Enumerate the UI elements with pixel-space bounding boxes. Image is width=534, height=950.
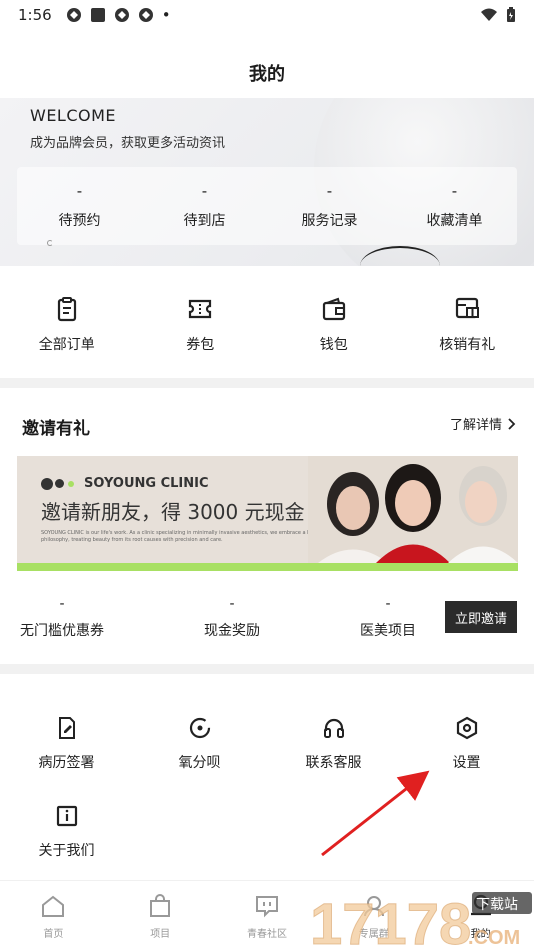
invite-title: 邀请有礼 bbox=[22, 419, 90, 439]
banner-accent-bar bbox=[17, 563, 518, 571]
quick-actions: 全部订单 券包 钱包 核销有礼 bbox=[0, 266, 534, 378]
home-icon bbox=[42, 895, 65, 917]
brand-name: SOYOUNG CLINIC bbox=[84, 476, 209, 491]
app-square-icon bbox=[90, 8, 105, 22]
community-icon bbox=[255, 896, 278, 918]
quick-action-label: 全部订单 bbox=[38, 337, 95, 353]
tab-label: 首页 bbox=[43, 929, 64, 940]
membership-hero: WELCOME 成为品牌会员，获取更多活动资讯 - 待预约 - 待到店 - 服务… bbox=[0, 98, 534, 266]
tab-community[interactable]: 青春社区 bbox=[214, 881, 321, 950]
welcome-subtitle: 成为品牌会员，获取更多活动资讯 bbox=[30, 136, 226, 151]
document-sign-icon bbox=[58, 717, 75, 739]
stat-pending-booking[interactable]: - 待预约 bbox=[17, 167, 142, 245]
app-notification-icon bbox=[138, 8, 153, 22]
brand-logo: SOYOUNG CLINIC bbox=[41, 476, 209, 491]
reward-label: 医美项目 bbox=[360, 623, 416, 639]
medical-record-sign-button[interactable]: 病历签署 bbox=[0, 716, 133, 772]
service-label: 关于我们 bbox=[38, 843, 95, 859]
app-notification-icon bbox=[114, 8, 129, 22]
more-notifications-dot: • bbox=[161, 6, 171, 24]
welcome-text: WELCOME bbox=[30, 106, 117, 125]
bottom-tab-bar: 首页 项目 青春社区 专属群 我的 bbox=[0, 880, 534, 950]
notification-icons: • bbox=[66, 6, 171, 24]
stat-label: 收藏清单 bbox=[426, 213, 483, 229]
status-time: 1:56 bbox=[18, 6, 52, 24]
reward-value: - bbox=[59, 596, 65, 612]
redeem-gift-button[interactable]: 核销有礼 bbox=[401, 266, 534, 378]
banner-models-image bbox=[308, 456, 518, 563]
settings-icon bbox=[456, 716, 477, 740]
gift-scan-icon bbox=[456, 297, 480, 319]
tab-projects[interactable]: 项目 bbox=[107, 881, 214, 950]
wallet-icon bbox=[322, 297, 345, 321]
tab-label: 我的 bbox=[470, 929, 491, 940]
clipboard-icon bbox=[57, 297, 76, 322]
invite-section: 邀请有礼 了解详情 SOYOUNG CLINIC 邀请新朋友，得 3000 元现… bbox=[0, 388, 534, 664]
app-notification-icon bbox=[66, 8, 81, 22]
quick-action-label: 券包 bbox=[186, 337, 215, 353]
reward-label: 无门槛优惠券 bbox=[20, 623, 104, 639]
banner-headline: 邀请新朋友，得 3000 元现金 bbox=[41, 500, 305, 524]
group-icon bbox=[363, 896, 384, 917]
invite-details-link[interactable]: 了解详情 bbox=[450, 414, 516, 433]
profile-icon bbox=[470, 894, 491, 916]
stat-label: 待到店 bbox=[183, 213, 226, 229]
oxygen-icon bbox=[189, 717, 210, 739]
reward-value: - bbox=[229, 596, 235, 612]
stat-value: - bbox=[201, 182, 208, 200]
reward-value: - bbox=[385, 596, 391, 612]
tab-label: 项目 bbox=[150, 929, 171, 940]
reward-coupon: - 无门槛优惠券 bbox=[0, 596, 127, 640]
battery-icon bbox=[507, 7, 515, 22]
tab-label: 青春社区 bbox=[246, 929, 287, 940]
chevron-right-icon bbox=[508, 417, 516, 430]
page-title: 我的 bbox=[249, 64, 285, 85]
ticket-icon bbox=[189, 299, 212, 319]
oxygen-pay-button[interactable]: 氧分呗 bbox=[133, 716, 266, 772]
invite-details-label: 了解详情 bbox=[449, 418, 502, 433]
stat-service-records[interactable]: - 服务记录 bbox=[267, 167, 392, 245]
bag-icon bbox=[150, 894, 171, 917]
service-label: 设置 bbox=[452, 755, 481, 771]
reward-cash: - 现金奖励 bbox=[167, 596, 297, 640]
section-divider bbox=[0, 378, 534, 388]
settings-button[interactable]: 设置 bbox=[400, 716, 533, 772]
info-icon bbox=[56, 805, 77, 827]
invite-now-button[interactable]: 立即邀请 bbox=[445, 601, 517, 633]
stat-favorites[interactable]: - 收藏清单 bbox=[392, 167, 517, 245]
services-grid: 病历签署 氧分呗 联系客服 设置 关于我们 bbox=[0, 676, 534, 871]
service-label: 联系客服 bbox=[305, 755, 362, 771]
invite-banner[interactable]: SOYOUNG CLINIC 邀请新朋友，得 3000 元现金 SOYOUNG … bbox=[17, 456, 518, 571]
quick-action-label: 核销有礼 bbox=[439, 337, 496, 353]
wallet-button[interactable]: 钱包 bbox=[267, 266, 401, 378]
quick-action-label: 钱包 bbox=[319, 337, 348, 353]
banner-fine-print: SOYOUNG CLINIC is our life's work. As a … bbox=[41, 530, 325, 543]
stat-label: 服务记录 bbox=[301, 213, 358, 229]
headphones-icon bbox=[323, 718, 344, 738]
wifi-icon bbox=[481, 8, 497, 21]
stat-value: - bbox=[451, 182, 458, 200]
order-stats-card: - 待预约 - 待到店 - 服务记录 - 收藏清单 bbox=[17, 167, 517, 245]
about-us-button[interactable]: 关于我们 bbox=[0, 804, 133, 860]
status-bar: 1:56 • bbox=[0, 0, 534, 30]
stat-value: - bbox=[76, 182, 83, 200]
reward-aesthetic-project: - 医美项目 bbox=[323, 596, 453, 640]
contact-support-button[interactable]: 联系客服 bbox=[267, 716, 400, 772]
stat-pending-visit[interactable]: - 待到店 bbox=[142, 167, 267, 245]
service-label: 病历签署 bbox=[38, 755, 95, 771]
stat-value: - bbox=[326, 182, 333, 200]
tab-home[interactable]: 首页 bbox=[0, 881, 107, 950]
reward-label: 现金奖励 bbox=[204, 623, 260, 639]
all-orders-button[interactable]: 全部订单 bbox=[0, 266, 134, 378]
coupons-button[interactable]: 券包 bbox=[134, 266, 268, 378]
stat-label: 待预约 bbox=[58, 213, 101, 229]
section-divider bbox=[0, 664, 534, 674]
tab-group[interactable]: 专属群 bbox=[320, 881, 427, 950]
loading-spinner-icon bbox=[47, 240, 53, 246]
tab-profile[interactable]: 我的 bbox=[427, 881, 534, 950]
service-label: 氧分呗 bbox=[178, 755, 221, 771]
tab-label: 专属群 bbox=[358, 929, 389, 940]
